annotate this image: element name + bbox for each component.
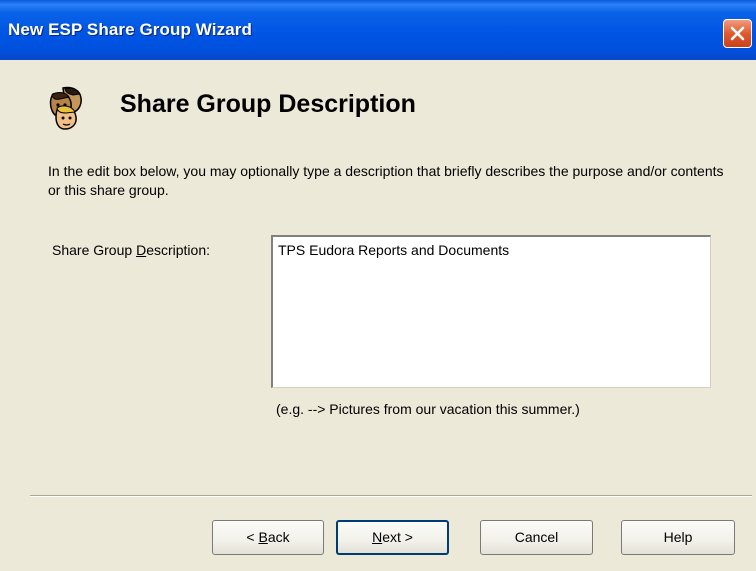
wizard-window: New ESP Share Group Wizard Share Group D…: [0, 0, 756, 571]
close-icon: [730, 26, 745, 41]
example-text: (e.g. --> Pictures from our vacation thi…: [276, 401, 580, 417]
people-faces-icon: [49, 86, 82, 130]
separator: [30, 495, 752, 497]
description-label: Share Group Description:: [52, 242, 210, 258]
close-button[interactable]: [723, 19, 752, 48]
page-title: Share Group Description: [120, 90, 416, 118]
instructions-text: In the edit box below, you may optionall…: [48, 163, 724, 198]
back-button[interactable]: < Back: [212, 520, 324, 555]
help-button[interactable]: Help: [621, 520, 735, 555]
window-title: New ESP Share Group Wizard: [8, 20, 252, 39]
next-button[interactable]: Next >: [336, 520, 449, 555]
title-bar[interactable]: New ESP Share Group Wizard: [0, 0, 756, 60]
description-textarea[interactable]: TPS Eudora Reports and Documents: [271, 235, 711, 388]
cancel-button[interactable]: Cancel: [480, 520, 593, 555]
